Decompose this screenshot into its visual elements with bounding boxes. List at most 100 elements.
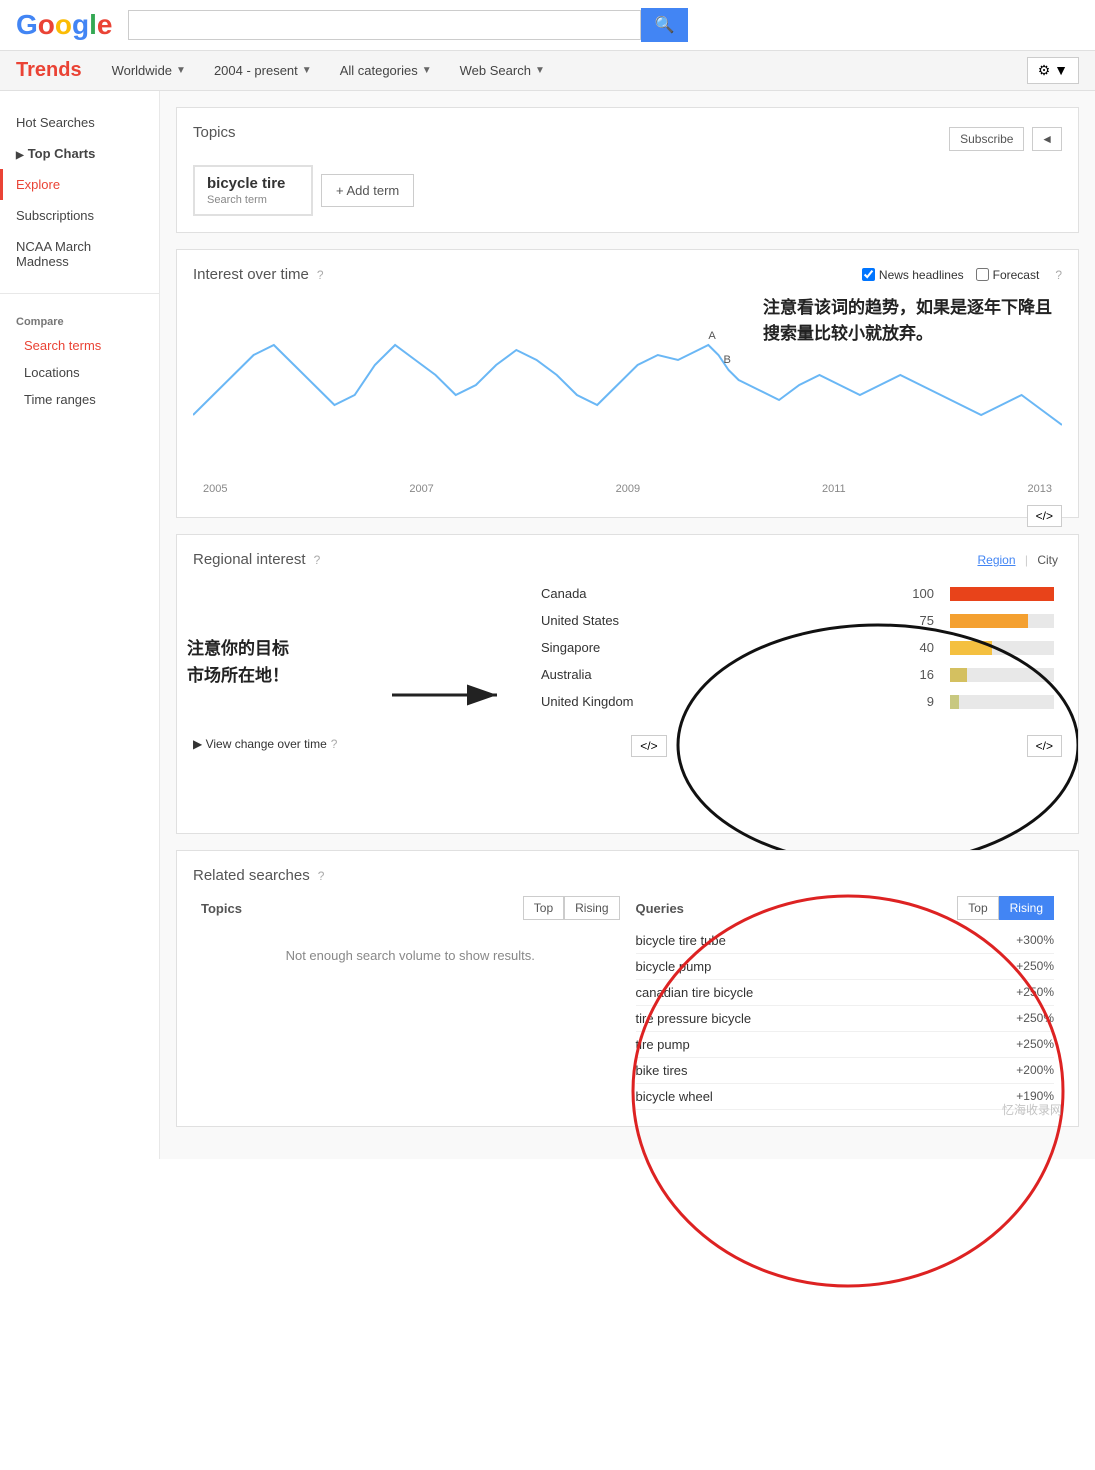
view-change-help[interactable]: ?: [331, 737, 338, 751]
searchtype-dropdown[interactable]: Web Search ▼: [454, 59, 551, 82]
region-bar-au: [942, 661, 1062, 688]
query-term-4[interactable]: tire pressure bicycle: [636, 1011, 752, 1026]
list-item: bicycle pump +250%: [636, 954, 1055, 980]
query-term-7[interactable]: bicycle wheel: [636, 1089, 713, 1104]
view-change-link[interactable]: ▶ View change over time: [193, 737, 327, 751]
region-val-uk: 9: [904, 688, 942, 715]
sidebar-item-ncaa[interactable]: NCAA March Madness: [0, 231, 159, 277]
regional-embed-button-left[interactable]: </>: [631, 735, 666, 757]
topics-col-header: Topics Top Rising: [201, 896, 620, 920]
list-item: bike tires +200%: [636, 1058, 1055, 1084]
query-pct-6: +200%: [1016, 1063, 1054, 1078]
sidebar-sub-locations[interactable]: Locations: [0, 359, 159, 386]
add-term-button[interactable]: + Add term: [321, 174, 414, 207]
related-title: Related searches: [193, 867, 310, 884]
gear-button[interactable]: ⚙ ▼: [1027, 57, 1079, 84]
categories-dropdown[interactable]: All categories ▼: [334, 59, 438, 82]
interest-over-time-section: Interest over time ? News headlines Fore…: [176, 249, 1079, 518]
news-headlines-checkbox[interactable]: News headlines: [862, 268, 964, 282]
worldwide-label: Worldwide: [112, 63, 172, 78]
top-charts-label: Top Charts: [28, 146, 96, 161]
news-headlines-input[interactable]: [862, 268, 875, 281]
region-sep: |: [1025, 553, 1028, 567]
search-button[interactable]: 🔍: [641, 8, 689, 42]
queries-tab-group: Top Rising: [957, 896, 1054, 920]
forecast-checkbox[interactable]: Forecast: [976, 268, 1040, 282]
queries-col-title: Queries: [636, 901, 684, 916]
region-val-au: 16: [904, 661, 942, 688]
region-table: Canada 100 United States 75: [533, 580, 1062, 715]
layout: Hot Searches ▶ Top Charts Explore Subscri…: [0, 91, 1095, 1159]
region-val-us: 75: [904, 607, 942, 634]
arrow-svg: [387, 675, 507, 715]
list-item: bicycle tire tube +300%: [636, 928, 1055, 954]
query-term-2[interactable]: bicycle pump: [636, 959, 712, 974]
topics-terms: bicycle tire Search term + Add term: [193, 165, 1062, 216]
sidebar-item-hot-searches[interactable]: Hot Searches: [0, 107, 159, 138]
regional-annotation-chinese: 注意你的目标市场所在地！: [187, 635, 289, 689]
search-term-name: bicycle tire: [207, 175, 299, 192]
timerange-dropdown[interactable]: 2004 - present ▼: [208, 59, 318, 82]
sidebar-sub-search-terms[interactable]: Search terms: [0, 332, 159, 359]
topics-actions: Subscribe ◄: [949, 127, 1062, 151]
query-term-1[interactable]: bicycle tire tube: [636, 933, 726, 948]
view-change-row: ▶ View change over time ? </> </>: [193, 731, 1062, 757]
regional-embed-button-right[interactable]: </>: [1027, 735, 1062, 757]
chart-embed-button[interactable]: </>: [1027, 505, 1062, 527]
sidebar-sub-time-ranges[interactable]: Time ranges: [0, 386, 159, 413]
query-term-5[interactable]: tire pump: [636, 1037, 690, 1052]
list-item: tire pressure bicycle +250%: [636, 1006, 1055, 1032]
topics-tab-group: Top Rising: [523, 896, 620, 920]
sidebar-item-top-charts[interactable]: ▶ Top Charts: [0, 138, 159, 169]
x-label-2013: 2013: [1027, 483, 1051, 495]
region-tab-city[interactable]: City: [1033, 551, 1062, 569]
query-term-3[interactable]: canadian tire bicycle: [636, 985, 754, 1000]
related-help-icon[interactable]: ?: [318, 869, 325, 883]
chart-annotation-chinese: 注意看该词的趋势，如果是逐年下降且搜索量比较小就放弃。: [763, 295, 1052, 346]
regional-header: Regional interest ? Region | City: [193, 551, 1062, 568]
related-columns: Topics Top Rising Not enough search volu…: [193, 896, 1062, 1110]
region-tab-region[interactable]: Region: [973, 551, 1019, 569]
query-term-6[interactable]: bike tires: [636, 1063, 688, 1078]
share-button[interactable]: ◄: [1032, 127, 1062, 151]
query-pct-3: +250%: [1016, 985, 1054, 1000]
queries-top-tab[interactable]: Top: [957, 896, 998, 920]
subscribe-button[interactable]: Subscribe: [949, 127, 1024, 151]
categories-arrow: ▼: [422, 65, 432, 76]
topics-section: Topics Subscribe ◄ bicycle tire Search t…: [176, 107, 1079, 233]
sidebar-item-subscriptions[interactable]: Subscriptions: [0, 200, 159, 231]
logo-e: e: [97, 9, 113, 40]
topics-header: Topics Subscribe ◄: [193, 124, 1062, 153]
regional-help-icon[interactable]: ?: [314, 553, 321, 567]
sidebar-item-explore[interactable]: Explore: [0, 169, 159, 200]
logo-l: l: [89, 9, 97, 40]
related-header: Related searches ?: [193, 867, 1062, 884]
forecast-label: Forecast: [993, 268, 1040, 282]
logo-o1: o: [38, 9, 55, 40]
worldwide-dropdown[interactable]: Worldwide ▼: [106, 59, 192, 82]
worldwide-arrow: ▼: [176, 65, 186, 76]
x-label-2009: 2009: [616, 483, 640, 495]
query-pct-1: +300%: [1016, 933, 1054, 948]
top-charts-arrow: ▶: [16, 150, 24, 161]
queries-rising-tab[interactable]: Rising: [999, 896, 1054, 920]
region-bar-canada: [942, 580, 1062, 607]
logo-g: G: [16, 9, 38, 40]
region-bar-us: [942, 607, 1062, 634]
regional-arrow: [387, 675, 507, 718]
queries-col-header: Queries Top Rising: [636, 896, 1055, 920]
topics-rising-tab[interactable]: Rising: [564, 896, 619, 920]
table-row: Singapore 40: [533, 634, 1062, 661]
interest-header: Interest over time ? News headlines Fore…: [193, 266, 1062, 283]
svg-text:B: B: [723, 354, 730, 366]
interest-help-icon[interactable]: ?: [317, 268, 324, 282]
topics-top-tab[interactable]: Top: [523, 896, 564, 920]
search-input[interactable]: [128, 10, 640, 40]
forecast-input[interactable]: [976, 268, 989, 281]
forecast-help-icon[interactable]: ?: [1055, 268, 1062, 282]
news-headlines-label: News headlines: [879, 268, 964, 282]
table-row: United Kingdom 9: [533, 688, 1062, 715]
table-row: United States 75: [533, 607, 1062, 634]
query-pct-2: +250%: [1016, 959, 1054, 974]
sidebar: Hot Searches ▶ Top Charts Explore Subscri…: [0, 91, 160, 1159]
